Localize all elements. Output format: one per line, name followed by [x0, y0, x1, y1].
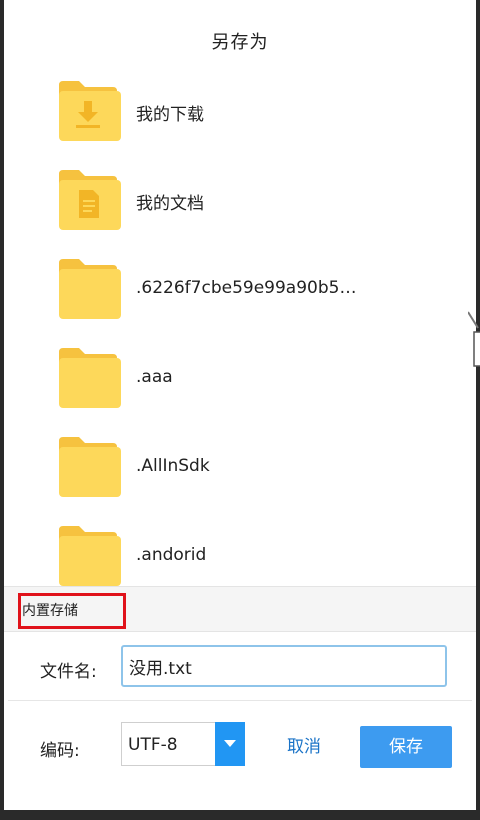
highlight-box [18, 593, 126, 629]
save-as-dialog: 另存为 我的下载 我的文档 .6226f7cbe59e99a90b5… .aaa… [0, 0, 480, 820]
encoding-selected-value: UTF-8 [128, 735, 178, 755]
filename-input[interactable] [121, 645, 447, 687]
folder-item[interactable]: .aaa [4, 341, 476, 430]
cancel-button[interactable]: 取消 [274, 727, 334, 767]
folder-icon [59, 259, 121, 319]
encoding-label: 编码: [40, 741, 80, 761]
folder-item-label: .andorid [136, 545, 207, 565]
encoding-select[interactable]: UTF-8 [121, 722, 245, 766]
download-folder-icon [59, 81, 121, 141]
folder-item-label: .6226f7cbe59e99a90b5… [136, 278, 357, 298]
folder-item[interactable]: .AllInSdk [4, 430, 476, 519]
folder-item-label: .AllInSdk [136, 456, 210, 476]
folder-item[interactable]: 我的文档 [4, 163, 476, 252]
folder-item[interactable]: .6226f7cbe59e99a90b5… [4, 252, 476, 341]
filename-label: 文件名: [40, 662, 97, 682]
window-edge [476, 0, 480, 820]
save-button[interactable]: 保存 [360, 726, 452, 768]
folder-list[interactable]: 我的下载 我的文档 .6226f7cbe59e99a90b5… .aaa .Al… [4, 74, 476, 608]
chevron-down-icon[interactable] [215, 722, 245, 766]
dialog-title: 另存为 [211, 32, 269, 53]
divider [8, 700, 472, 701]
folder-item[interactable]: 我的下载 [4, 74, 476, 163]
folder-item-label: .aaa [136, 367, 173, 387]
folder-item-label: 我的文档 [136, 194, 204, 214]
folder-icon [59, 526, 121, 586]
folder-icon [59, 348, 121, 408]
document-folder-icon [59, 170, 121, 230]
folder-icon [59, 437, 121, 497]
folder-item-label: 我的下载 [136, 105, 204, 125]
